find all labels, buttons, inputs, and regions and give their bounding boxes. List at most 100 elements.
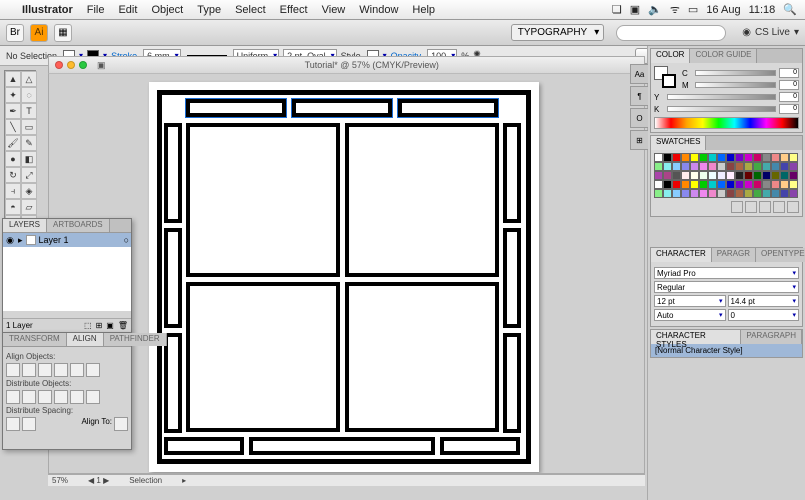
- arrange-icon[interactable]: ▦: [54, 24, 72, 42]
- zoom-window-button[interactable]: [79, 61, 87, 69]
- swatch-lib-icon[interactable]: [731, 201, 743, 213]
- panel-right-1[interactable]: [503, 123, 521, 223]
- dist-hcenter-button[interactable]: [70, 390, 84, 404]
- pencil-tool[interactable]: ✎: [21, 135, 37, 151]
- swatch-cell[interactable]: [654, 180, 663, 189]
- new-sublayer-icon[interactable]: ⊞: [96, 321, 103, 330]
- swatch-cell[interactable]: [744, 153, 753, 162]
- swatch-cell[interactable]: [726, 153, 735, 162]
- menu-view[interactable]: View: [322, 4, 346, 16]
- swatch-cell[interactable]: [744, 171, 753, 180]
- panel-top-2[interactable]: [292, 99, 392, 117]
- swatch-cell[interactable]: [753, 180, 762, 189]
- panel-left-2[interactable]: [164, 228, 182, 328]
- y-slider[interactable]: [667, 94, 776, 100]
- menu-object[interactable]: Object: [151, 4, 183, 16]
- panel-top-1[interactable]: [186, 99, 286, 117]
- swatch-cell[interactable]: [663, 162, 672, 171]
- swatch-cell[interactable]: [699, 189, 708, 198]
- dock-para-icon[interactable]: ¶: [630, 86, 648, 106]
- align-left-button[interactable]: [6, 363, 20, 377]
- canvas[interactable]: [48, 74, 645, 474]
- artboard-nav[interactable]: ◀ 1 ▶: [88, 476, 109, 485]
- swatch-cell[interactable]: [753, 189, 762, 198]
- speaker-icon[interactable]: 🔈: [648, 3, 662, 16]
- swatch-cell[interactable]: [780, 189, 789, 198]
- swatch-cell[interactable]: [744, 189, 753, 198]
- menu-edit[interactable]: Edit: [118, 4, 137, 16]
- align-hcenter-button[interactable]: [22, 363, 36, 377]
- y-value[interactable]: 0: [779, 92, 799, 102]
- panel-mid-2[interactable]: [345, 123, 499, 277]
- delete-layer-icon[interactable]: 🗑: [118, 321, 128, 330]
- magic-wand-tool[interactable]: ✦: [5, 87, 21, 103]
- swatch-cell[interactable]: [735, 153, 744, 162]
- dist-right-button[interactable]: [86, 390, 100, 404]
- adobe-icon[interactable]: ▣: [630, 3, 640, 16]
- shape-builder-tool[interactable]: ◓: [5, 199, 21, 215]
- pathfinder-tab[interactable]: PATHFINDER: [104, 333, 167, 346]
- color-guide-tab[interactable]: COLOR GUIDE: [690, 49, 757, 63]
- swatch-cell[interactable]: [717, 153, 726, 162]
- swatch-cell[interactable]: [735, 189, 744, 198]
- swatch-cell[interactable]: [789, 189, 798, 198]
- k-slider[interactable]: [667, 106, 776, 112]
- wifi-icon[interactable]: ᯤ: [670, 2, 680, 17]
- swatch-cell[interactable]: [654, 189, 663, 198]
- swatch-cell[interactable]: [717, 180, 726, 189]
- swatch-cell[interactable]: [717, 171, 726, 180]
- swatch-cell[interactable]: [789, 171, 798, 180]
- swatch-cell[interactable]: [780, 171, 789, 180]
- char-styles-tab[interactable]: CHARACTER STYLES: [651, 330, 741, 344]
- swatch-cell[interactable]: [762, 171, 771, 180]
- swatch-cell[interactable]: [717, 162, 726, 171]
- swatch-cell[interactable]: [753, 153, 762, 162]
- swatch-cell[interactable]: [780, 153, 789, 162]
- swatches-tab[interactable]: SWATCHES: [651, 136, 706, 150]
- delete-swatch-icon[interactable]: [787, 201, 799, 213]
- swatch-cell[interactable]: [744, 180, 753, 189]
- swatch-cell[interactable]: [681, 180, 690, 189]
- minimize-window-button[interactable]: [67, 61, 75, 69]
- menubar-date[interactable]: 16 Aug: [706, 4, 740, 16]
- panel-bot-1[interactable]: [164, 437, 244, 455]
- script-icon[interactable]: ❏: [612, 3, 622, 16]
- panel-mid-1[interactable]: [186, 123, 340, 277]
- ai-icon[interactable]: Ai: [30, 24, 48, 42]
- swatch-cell[interactable]: [735, 171, 744, 180]
- swatch-cell[interactable]: [690, 171, 699, 180]
- swatch-cell[interactable]: [735, 162, 744, 171]
- swatch-cell[interactable]: [690, 189, 699, 198]
- swatch-cell[interactable]: [771, 171, 780, 180]
- swatch-cell[interactable]: [663, 171, 672, 180]
- swatch-cell[interactable]: [726, 171, 735, 180]
- panel-right-3[interactable]: [503, 333, 521, 433]
- swatch-cell[interactable]: [672, 180, 681, 189]
- spotlight-icon[interactable]: 🔍: [783, 3, 797, 16]
- swatch-cell[interactable]: [699, 162, 708, 171]
- swatch-cell[interactable]: [708, 189, 717, 198]
- font-size-input[interactable]: 12 pt: [654, 295, 726, 307]
- swatch-cell[interactable]: [690, 180, 699, 189]
- opentype-tab[interactable]: OPENTYPE: [756, 248, 805, 262]
- c-value[interactable]: 0: [779, 68, 799, 78]
- swatch-cell[interactable]: [771, 153, 780, 162]
- leading-input[interactable]: 14.4 pt: [728, 295, 800, 307]
- new-group-icon[interactable]: [759, 201, 771, 213]
- swatch-cell[interactable]: [690, 153, 699, 162]
- layer-name[interactable]: Layer 1: [39, 235, 69, 245]
- dist-top-button[interactable]: [6, 390, 20, 404]
- swatch-cell[interactable]: [681, 189, 690, 198]
- k-value[interactable]: 0: [779, 104, 799, 114]
- color-stroke[interactable]: [662, 74, 676, 88]
- layer-target[interactable]: ○: [124, 235, 129, 245]
- locate-layer-icon[interactable]: ⬚: [84, 321, 92, 330]
- perspective-tool[interactable]: ▱: [21, 199, 37, 215]
- align-to-button[interactable]: [114, 417, 128, 431]
- align-tab[interactable]: ALIGN: [67, 333, 104, 346]
- close-window-button[interactable]: [55, 61, 63, 69]
- swatch-cell[interactable]: [780, 180, 789, 189]
- dist-hspace-button[interactable]: [22, 417, 36, 431]
- swatch-cell[interactable]: [699, 171, 708, 180]
- panel-mid-4[interactable]: [345, 282, 499, 432]
